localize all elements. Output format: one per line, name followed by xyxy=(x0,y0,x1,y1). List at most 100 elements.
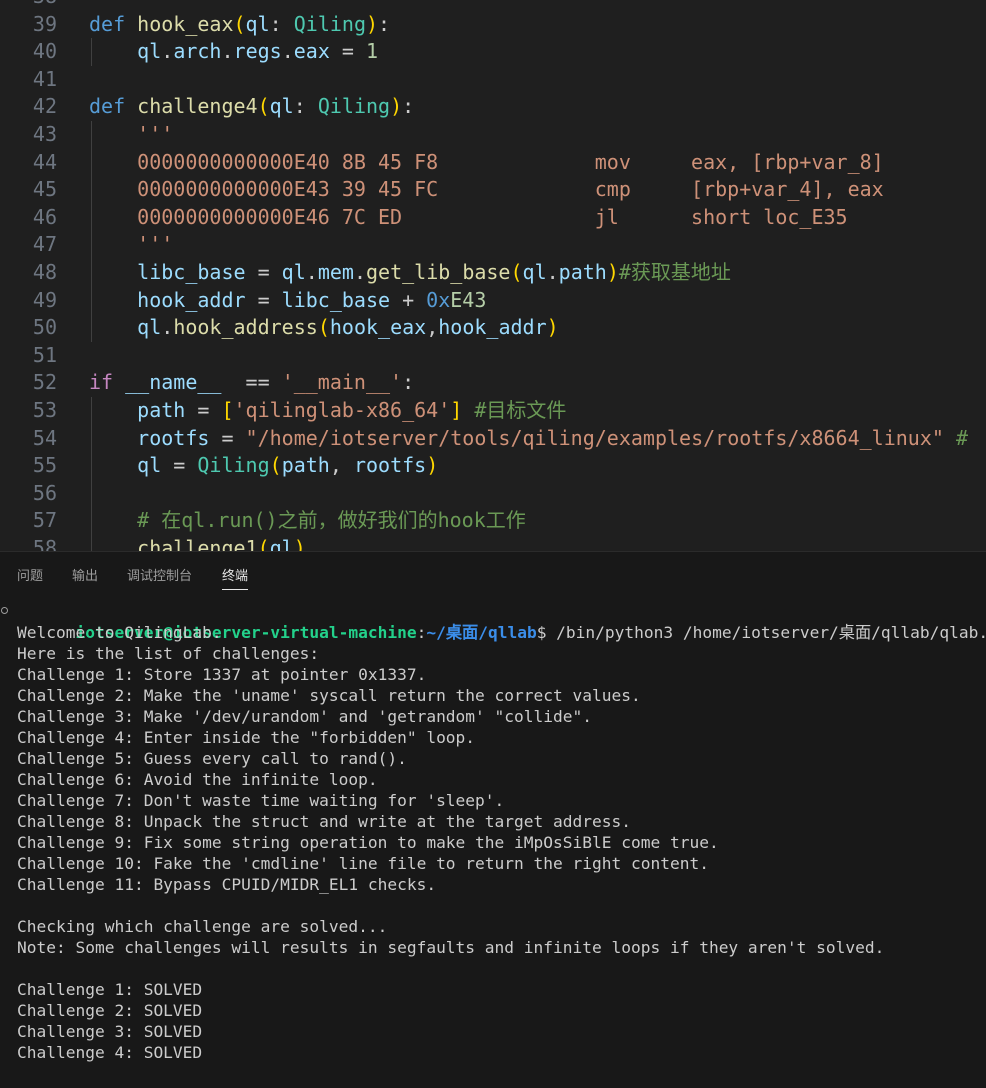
code-token: regs xyxy=(233,39,282,64)
code-token: ql xyxy=(137,39,162,64)
code-line[interactable]: 52 if __name__ == '__main__': xyxy=(0,369,986,397)
code-token: ''' xyxy=(137,232,174,257)
terminal-line: Here is the list of challenges: xyxy=(17,644,320,663)
code-line[interactable]: 56 xyxy=(0,479,986,508)
code-line[interactable]: 49 hook_addr = libc_base + 0xE43 xyxy=(0,286,986,315)
code-token: ( xyxy=(269,453,282,478)
code-token: hook_addr xyxy=(137,287,246,312)
code-line[interactable]: 54 rootfs = "/home/iotserver/tools/qilin… xyxy=(0,424,986,453)
code-token: ) xyxy=(293,535,306,551)
code-line[interactable]: 47 ''' xyxy=(0,231,986,259)
line-number: 44 xyxy=(32,149,57,174)
line-number: 56 xyxy=(32,480,57,505)
line-number: 42 xyxy=(32,94,57,119)
tab-problems[interactable]: 问题 xyxy=(17,565,43,584)
indent-guide xyxy=(91,479,92,508)
code-token: 0000000000000E43 39 45 FC cmp [rbp+var_4… xyxy=(137,177,884,202)
tab-debug-console[interactable]: 调试控制台 xyxy=(127,565,192,584)
code-line[interactable]: 50 ql.hook_address(hook_eax,hook_addr) xyxy=(0,314,986,342)
terminal-line: Checking which challenge are solved... xyxy=(17,917,388,936)
code-token: libc_base xyxy=(137,259,246,284)
line-content: ql = Qiling(path, rootfs) xyxy=(89,452,438,480)
code-token: hook_address xyxy=(173,315,318,340)
line-number: 48 xyxy=(32,259,57,284)
code-line[interactable]: 44 0000000000000E40 8B 45 F8 mov eax, [r… xyxy=(0,148,986,177)
code-line[interactable]: 48 libc_base = ql.mem.get_lib_base(ql.pa… xyxy=(0,258,986,287)
code-line[interactable]: 41 xyxy=(0,66,986,94)
code-line[interactable]: 38 xyxy=(0,0,986,11)
code-token: Qiling xyxy=(317,94,391,119)
command-status-circle-icon[interactable] xyxy=(1,607,8,614)
line-content: # 在ql.run()之前，做好我们的hook工作 xyxy=(89,507,526,535)
terminal-line: Challenge 8: Unpack the struct and write… xyxy=(17,812,631,831)
terminal-line: Welcome to QilingLab. xyxy=(17,623,222,642)
code-token: path xyxy=(281,453,330,478)
code-line[interactable]: 43 ''' xyxy=(0,120,986,149)
code-token: , xyxy=(329,453,354,478)
code-token: [ xyxy=(221,397,234,422)
code-token: = xyxy=(329,39,366,64)
terminal-line: Challenge 2: SOLVED xyxy=(17,1001,203,1020)
code-line[interactable]: 55 ql = Qiling(path, rootfs) xyxy=(0,452,986,480)
terminal-line: Challenge 7: Don't waste time waiting fo… xyxy=(17,791,505,810)
line-content: 0000000000000E43 39 45 FC cmp [rbp+var_4… xyxy=(89,176,884,204)
code-token: ) xyxy=(426,453,439,478)
terminal[interactable]: iotserver@iotserver-virtual-machine:~/桌面… xyxy=(0,601,986,1088)
code-line[interactable]: 51 xyxy=(0,342,986,370)
code-line[interactable]: 40 ql.arch.regs.eax = 1 xyxy=(0,38,986,66)
line-number: 43 xyxy=(32,121,57,146)
code-line[interactable]: 45 0000000000000E43 39 45 FC cmp [rbp+va… xyxy=(0,176,986,204)
line-number: 40 xyxy=(32,39,57,64)
indent-guide xyxy=(91,38,92,66)
code-token: rootfs xyxy=(353,453,427,478)
code-lines[interactable]: 3839def hook_eax(ql: Qiling):40 ql.arch.… xyxy=(0,0,986,551)
code-token: libc_base xyxy=(281,287,391,312)
code-line[interactable]: 39 def hook_eax(ql: Qiling): xyxy=(0,11,986,39)
code-line[interactable]: 53 path = ['qilinglab-x86_64'] #目标文件 xyxy=(0,396,986,425)
code-token: # xyxy=(955,425,969,450)
code-token: ql xyxy=(269,94,294,119)
tab-terminal[interactable]: 终端 xyxy=(222,565,249,590)
code-token: ql xyxy=(522,259,547,284)
code-token: "/home/iotserver/tools/qiling/examples/r… xyxy=(245,425,944,450)
tab-output[interactable]: 输出 xyxy=(72,565,98,584)
line-number: 39 xyxy=(32,11,57,36)
code-token: = xyxy=(245,259,282,284)
code-editor[interactable]: 3839def hook_eax(ql: Qiling):40 ql.arch.… xyxy=(0,0,986,551)
code-token: ( xyxy=(257,94,270,119)
code-token: ql xyxy=(137,315,162,340)
code-line[interactable]: 42 def challenge4(ql: Qiling): xyxy=(0,93,986,121)
code-token: . xyxy=(546,259,559,284)
indent-guide xyxy=(91,203,92,232)
code-token: def xyxy=(89,11,126,36)
terminal-line: Challenge 6: Avoid the infinite loop. xyxy=(17,770,378,789)
line-content: ql.hook_address(hook_eax,hook_addr) xyxy=(89,314,558,342)
code-line[interactable]: 58 challenge1(ql) xyxy=(0,534,986,551)
code-line[interactable]: 46 0000000000000E46 7C ED jl short loc_E… xyxy=(0,203,986,232)
line-number: 45 xyxy=(32,177,57,202)
panel-tab-bar: 问题 输出 调试控制台 终端 xyxy=(0,552,986,594)
code-token: . xyxy=(161,39,174,64)
line-content: 0000000000000E46 7C ED jl short loc_E35 xyxy=(89,204,847,232)
code-token: ''' xyxy=(137,121,174,146)
indent-guide xyxy=(91,534,92,551)
code-token: rootfs xyxy=(137,425,210,450)
line-number: 50 xyxy=(32,315,57,340)
code-line[interactable]: 57 # 在ql.run()之前，做好我们的hook工作 xyxy=(0,507,986,535)
code-token: : xyxy=(378,11,391,36)
code-token: hook_eax xyxy=(329,315,427,340)
code-token: . xyxy=(353,259,366,284)
terminal-line: Challenge 9: Fix some string operation t… xyxy=(17,833,719,852)
line-content: hook_addr = libc_base + 0xE43 xyxy=(89,287,486,315)
